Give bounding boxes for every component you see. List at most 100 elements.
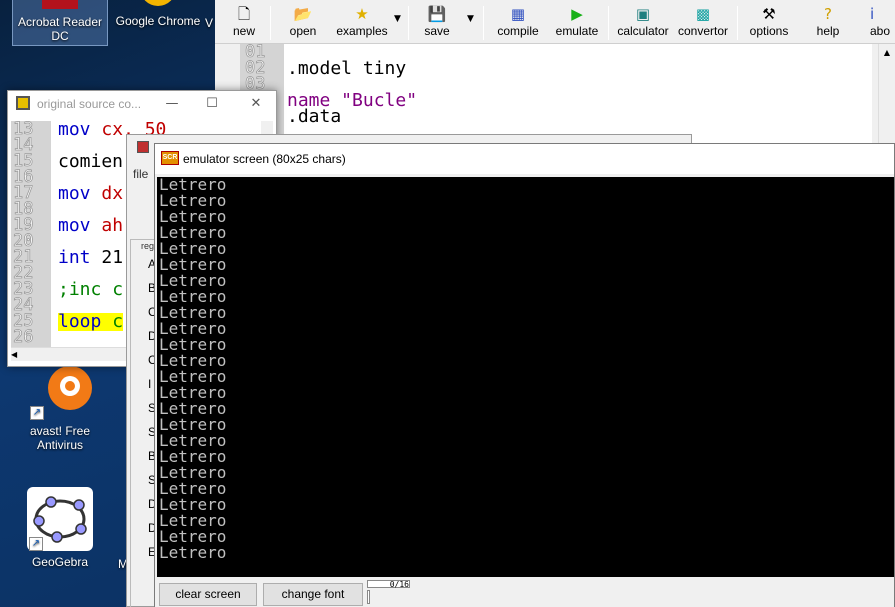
screen-output-line: Letrero [159,239,227,258]
emulator-screen-window: SCR emulator screen (80x25 chars) Letrer… [154,143,895,607]
screen-output-line: Letrero [159,527,227,546]
screen-output-line: Letrero [159,303,227,322]
screen-output-line: Letrero [159,479,227,498]
toolbar-separator [483,6,484,40]
emulator-titlebar[interactable]: SCR emulator screen (80x25 chars) [155,144,894,174]
convertor-icon: ▩ [695,5,711,23]
options-button[interactable]: ⚒ options [745,4,793,42]
minimize-button[interactable]: — [152,91,192,117]
save-button[interactable]: 💾 save [419,4,455,42]
chip-icon [16,96,30,110]
screen-output-line: Letrero [159,415,227,434]
convertor-button[interactable]: ▩ convertor [675,4,731,42]
scroll-up-icon[interactable]: ▲ [879,44,895,61]
screen-output-line: Letrero [159,255,227,274]
screen-output-line: Letrero [159,399,227,418]
open-folder-icon: 📂 [293,5,313,23]
open-button[interactable]: 📂 open [283,4,323,42]
toolbar: 🗋 new 📂 open ★ examples ▼ 💾 save ▼ ▦ com… [215,0,895,44]
source-line[interactable]: ;inc c [58,281,123,299]
code-line[interactable]: .data [287,106,341,127]
help-icon: ? [824,5,832,23]
examples-button[interactable]: ★ examples [333,4,391,42]
screen-icon: SCR [161,151,179,165]
screen-output-line: Letrero [159,431,227,450]
floppy-icon: 💾 [427,5,447,23]
source-line[interactable]: comien [58,153,123,171]
maximize-button[interactable]: ☐ [192,91,232,117]
source-line[interactable]: mov ah [58,217,123,235]
about-button[interactable]: i abo [870,4,895,42]
desktop-icon-geogebra[interactable]: ↗ GeoGebra [12,487,108,569]
tools-icon: ⚒ [762,5,776,23]
toolbar-separator [608,6,609,40]
source-line-highlighted[interactable]: loop c [58,313,124,331]
shortcut-arrow-icon: ↗ [30,406,44,420]
screen-output-line: Letrero [159,495,227,514]
new-file-icon: 🗋 [237,5,251,23]
compile-button[interactable]: ▦ compile [493,4,543,42]
code-line[interactable]: .model tiny [287,58,406,79]
desktop-icon-label: Google Chrome [115,14,201,28]
desktop-icon-label: avast! Free Antivirus [29,424,91,452]
calculator-icon: ▣ [635,5,651,23]
change-font-button[interactable]: change font [263,583,363,606]
desktop-icon-label: GeoGebra [31,555,89,569]
screen-output-line: Letrero [159,383,227,402]
desktop-icon-chrome[interactable]: Google Chrome [110,0,206,46]
progress-slider[interactable] [367,590,370,604]
acrobat-icon [28,0,92,11]
screen-output-line: Letrero [159,177,227,194]
star-icon: ★ [355,5,369,23]
screen-output-line: Letrero [159,223,227,242]
source-line[interactable]: mov dx [58,185,123,203]
avast-icon: ↗ [28,364,92,420]
clear-screen-button[interactable]: clear screen [159,583,257,606]
play-icon: ▶ [571,5,583,23]
output-progress: 0/16 [367,580,410,589]
chip-icon [137,141,149,153]
emulate-button[interactable]: ▶ emulate [552,4,602,42]
save-dropdown-arrow[interactable]: ▼ [467,14,474,24]
screen-output-line: Letrero [159,271,227,290]
emulator-bottom-bar: clear screen change font 0/16 [155,578,894,607]
help-button[interactable]: ? help [813,4,843,42]
calculator-button[interactable]: ▣ calculator [615,4,671,42]
screen-output-line: Letrero [159,543,227,562]
desktop-icon-acrobat[interactable]: Acrobat Reader DC [12,0,108,46]
screen-output-line: Letrero [159,463,227,482]
screen-output-line: Letrero [159,351,227,370]
registers-panel: reg A B C D C I S S B S D D E [130,239,157,607]
menu-file[interactable]: file [133,167,148,181]
screen-output-line: Letrero [159,447,227,466]
examples-dropdown-arrow[interactable]: ▼ [394,14,401,24]
source-gutter: 13 14 15 16 17 18 19 20 21 22 23 24 25 2… [11,121,51,347]
screen-output-line: Letrero [159,367,227,386]
scroll-left-icon[interactable]: ◀ [11,350,17,359]
source-line[interactable]: int 21 [58,249,123,267]
desktop-icon-avast[interactable]: ↗ avast! Free Antivirus [12,364,108,452]
compile-icon: ▦ [510,5,526,23]
toolbar-separator [737,6,738,40]
screen-output-line: Letrero [159,287,227,306]
shortcut-arrow-icon: ↗ [29,537,43,551]
screen-output-line: Letrero [159,191,227,210]
toolbar-separator [408,6,409,40]
chrome-icon [126,0,190,10]
screen-output-line: Letrero [159,319,227,338]
geogebra-icon: ↗ [27,487,93,551]
code-editor[interactable]: 01 02 03 04 05 .model tiny name "Bucle" … [240,43,872,144]
screen-output-line: Letrero [159,207,227,226]
about-icon: i [870,5,875,23]
screen-output-line: Letrero [159,511,227,530]
screen-output-line: Letrero [159,335,227,354]
emulator-title: emulator screen (80x25 chars) [183,152,346,166]
source-window-title: original source co... [37,97,142,111]
emulator-output-screen[interactable]: Letrero Letrero Letrero Letrero Letrero Letre… [157,177,894,577]
desktop-icon-label: Acrobat Reader DC [17,15,103,43]
close-button[interactable]: ✕ [236,91,276,117]
editor-vertical-scrollbar[interactable]: ▲ [878,44,895,144]
new-button[interactable]: 🗋 new [225,4,263,42]
source-window-titlebar[interactable]: original source co... — ☐ ✕ [8,91,276,117]
toolbar-separator [270,6,271,40]
